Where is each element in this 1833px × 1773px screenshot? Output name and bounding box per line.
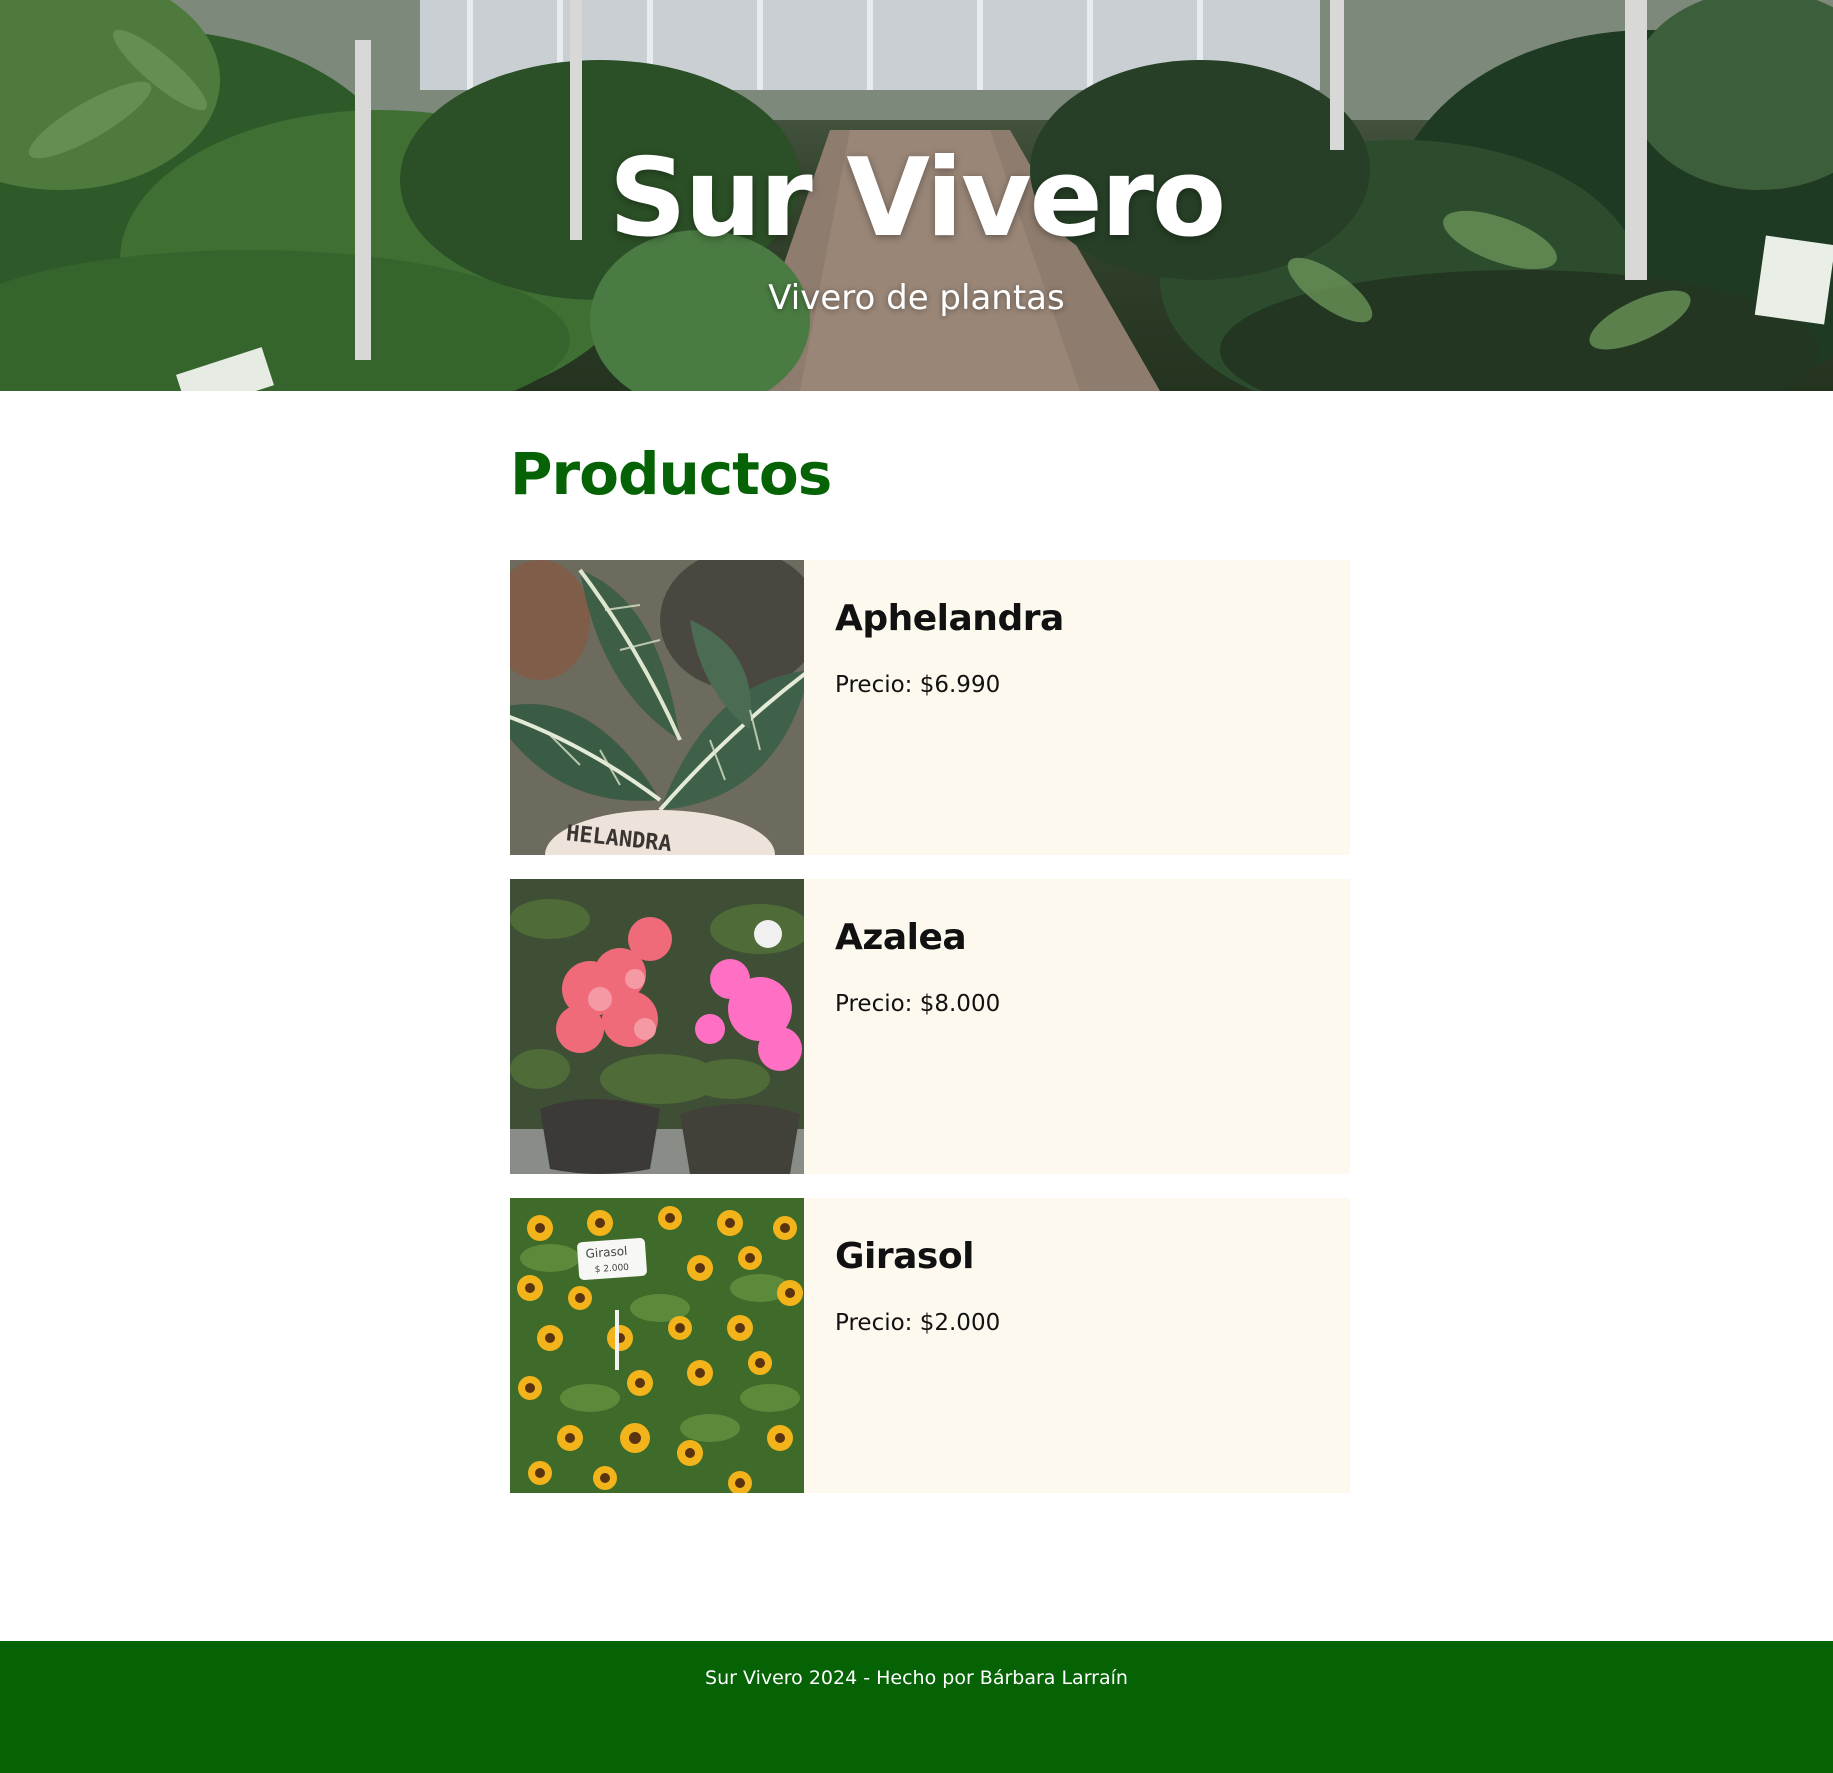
product-image: Girasol $ 2.000 xyxy=(510,1198,804,1493)
product-name: Girasol xyxy=(835,1236,974,1277)
svg-text:Girasol: Girasol xyxy=(585,1244,628,1261)
product-info: Girasol Precio: $2.000 xyxy=(804,1198,1000,1493)
product-card: Azalea Precio: $8.000 xyxy=(510,879,1350,1174)
product-name: Aphelandra xyxy=(835,598,1064,639)
hero-banner: Sur Vivero Vivero de plantas xyxy=(0,0,1833,391)
site-title: Sur Vivero xyxy=(608,136,1226,261)
product-card: Girasol $ 2.000 Girasol Precio: $2.000 xyxy=(510,1198,1350,1493)
products-heading: Productos xyxy=(510,440,832,508)
product-price: Precio: $6.990 xyxy=(835,672,1001,698)
site-subtitle: Vivero de plantas xyxy=(768,278,1065,318)
product-image xyxy=(510,879,804,1174)
product-price: Precio: $8.000 xyxy=(835,991,1001,1017)
product-price: Precio: $2.000 xyxy=(835,1310,1001,1336)
product-name: Azalea xyxy=(835,917,967,958)
product-card: HELANDRA Aphelandra Precio: $6.990 xyxy=(510,560,1350,855)
site-footer: Sur Vivero 2024 - Hecho por Bárbara Larr… xyxy=(0,1641,1833,1773)
footer-credits: Sur Vivero 2024 - Hecho por Bárbara Larr… xyxy=(705,1667,1128,1689)
product-info: Aphelandra Precio: $6.990 xyxy=(804,560,1064,855)
product-image: HELANDRA xyxy=(510,560,804,855)
product-info: Azalea Precio: $8.000 xyxy=(804,879,1000,1174)
